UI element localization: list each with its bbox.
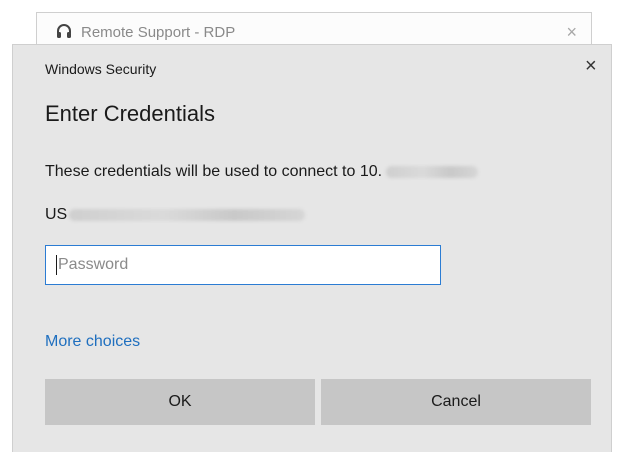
username-prefix: US <box>45 206 68 223</box>
redacted-username <box>69 209 306 221</box>
headset-icon <box>57 24 71 38</box>
cancel-button-label: Cancel <box>431 393 481 410</box>
password-input[interactable] <box>45 245 441 285</box>
dialog-close-button[interactable]: × <box>585 56 597 76</box>
background-window-close-button[interactable]: × <box>566 22 577 43</box>
cancel-button[interactable]: Cancel <box>321 379 591 425</box>
dialog-heading: Enter Credentials <box>45 101 215 126</box>
more-choices-link[interactable]: More choices <box>45 333 140 351</box>
text-cursor <box>56 255 57 275</box>
connection-description-text: These credentials will be used to connec… <box>45 163 383 180</box>
windows-security-dialog: Windows Security × Enter Credentials The… <box>12 44 612 452</box>
ok-button-label: OK <box>168 393 192 410</box>
ok-button[interactable]: OK <box>45 379 315 425</box>
connection-description: These credentials will be used to connec… <box>45 163 479 181</box>
dialog-window-label: Windows Security <box>45 61 157 77</box>
username-display: US <box>45 206 306 224</box>
redacted-ip-address <box>386 166 479 178</box>
background-window-title: Remote Support - RDP <box>81 23 236 41</box>
background-window-title-bar: Remote Support - RDP <box>55 23 235 41</box>
